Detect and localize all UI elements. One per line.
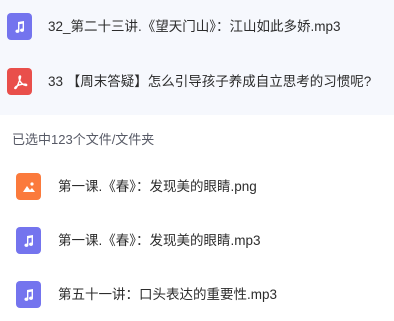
- file-name: 33 【周末答疑】怎么引导孩子养成自立思考的习惯呢?: [48, 74, 372, 89]
- file-row[interactable]: 33 【周末答疑】怎么引导孩子养成自立思考的习惯呢?: [0, 60, 394, 104]
- file-row[interactable]: 第五十一讲：口头表达的重要性.mp3: [0, 273, 394, 317]
- image-icon: [16, 173, 41, 200]
- file-row[interactable]: 第一课.《春》：发现美的眼睛.png: [0, 165, 394, 209]
- pdf-icon: [7, 68, 32, 95]
- music-icon: [7, 13, 32, 40]
- file-row[interactable]: 32_第二十三讲.《望天门山》：江山如此多娇.mp3: [0, 5, 394, 49]
- music-icon: [16, 227, 41, 254]
- file-row[interactable]: 第一课.《春》：发现美的眼睛.mp3: [0, 219, 394, 263]
- selection-status: 已选中123个文件/文件夹: [12, 132, 155, 147]
- file-name: 第五十一讲：口头表达的重要性.mp3: [58, 287, 278, 302]
- music-icon: [16, 281, 41, 308]
- file-name: 第一课.《春》：发现美的眼睛.mp3: [58, 233, 261, 248]
- file-name: 第一课.《春》：发现美的眼睛.png: [58, 179, 257, 194]
- file-name: 32_第二十三讲.《望天门山》：江山如此多娇.mp3: [48, 19, 341, 34]
